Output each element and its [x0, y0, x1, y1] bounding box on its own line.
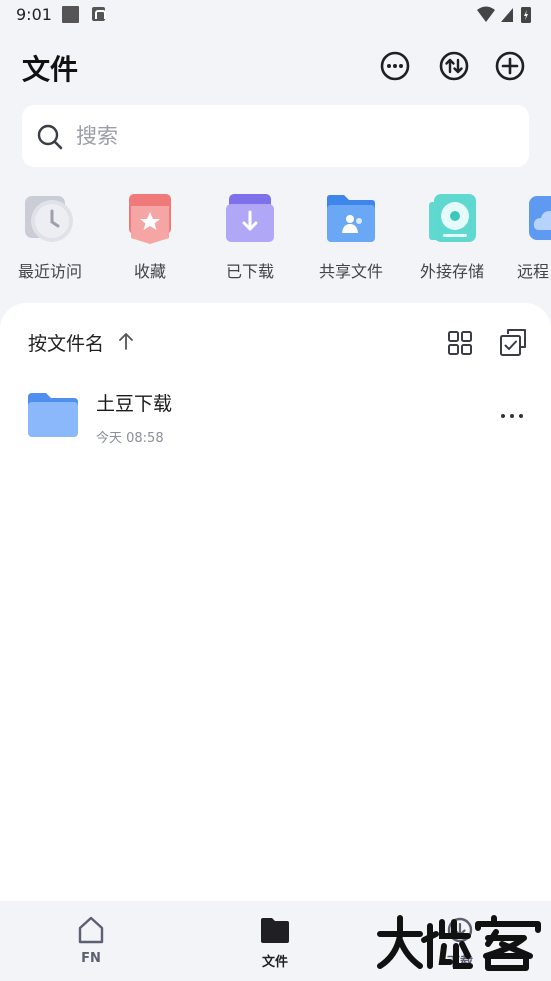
more-options-icon[interactable]: [379, 50, 411, 82]
list-item[interactable]: 土豆下载 今天 08:58: [0, 375, 551, 457]
quick-external-storage[interactable]: 外接存储: [402, 186, 502, 286]
grid-view-icon[interactable]: [446, 329, 474, 357]
nav-fn[interactable]: FN: [31, 913, 151, 973]
add-icon[interactable]: [494, 50, 526, 82]
external-disk-icon: [429, 194, 476, 242]
nav-label: FN: [81, 951, 101, 966]
quick-label: 外接存储: [419, 262, 484, 281]
multi-select-icon[interactable]: [498, 327, 528, 357]
transfer-icon[interactable]: [438, 50, 470, 82]
folder-icon: [261, 918, 289, 943]
status-bar: 9:01: [0, 0, 551, 30]
page-title: 文件: [22, 53, 79, 86]
quick-access-row: 最近访问 收藏 已下载 共享文件 外接存储 远程: [0, 186, 551, 286]
quick-label: 收藏: [133, 262, 166, 281]
nav-label: 文件: [261, 955, 288, 970]
sort-ascending-icon[interactable]: [117, 331, 135, 351]
nav-files[interactable]: 文件: [215, 913, 335, 973]
quick-favorites[interactable]: 收藏: [100, 186, 200, 286]
more-icon[interactable]: [497, 401, 527, 431]
search-bar[interactable]: [22, 105, 529, 167]
quick-shared[interactable]: 共享文件: [301, 186, 401, 286]
star-icon: [129, 194, 171, 244]
clock-icon: [25, 196, 73, 242]
quick-label: 共享文件: [318, 262, 383, 281]
quick-downloaded[interactable]: 已下载: [200, 186, 300, 286]
download-icon: [226, 194, 274, 242]
status-time: 9:01: [16, 5, 52, 24]
signal-icon: [501, 8, 513, 22]
file-name: 土豆下载: [96, 393, 173, 415]
shared-folder-icon: [327, 195, 375, 242]
wifi-icon: [477, 6, 495, 22]
quick-label: 已下载: [225, 262, 274, 281]
keyboard-notification-icon: [92, 7, 106, 21]
sort-label[interactable]: 按文件名: [28, 329, 104, 356]
quick-label: 最近访问: [17, 262, 82, 281]
search-input[interactable]: [76, 120, 506, 152]
folder-icon: [28, 393, 78, 437]
home-icon: [78, 916, 104, 944]
file-list-panel: 按文件名 土豆下载 今天 08:58: [0, 303, 551, 901]
quick-recent[interactable]: 最近访问: [0, 186, 100, 286]
notification-icon: [62, 6, 79, 23]
search-icon: [37, 124, 63, 150]
quick-label: 远程: [517, 262, 550, 281]
cloud-icon: [529, 196, 551, 240]
quick-remote[interactable]: 远程: [502, 186, 551, 286]
file-modified-time: 今天 08:58: [96, 431, 164, 446]
status-icons: [477, 6, 531, 23]
watermark: [377, 915, 541, 971]
